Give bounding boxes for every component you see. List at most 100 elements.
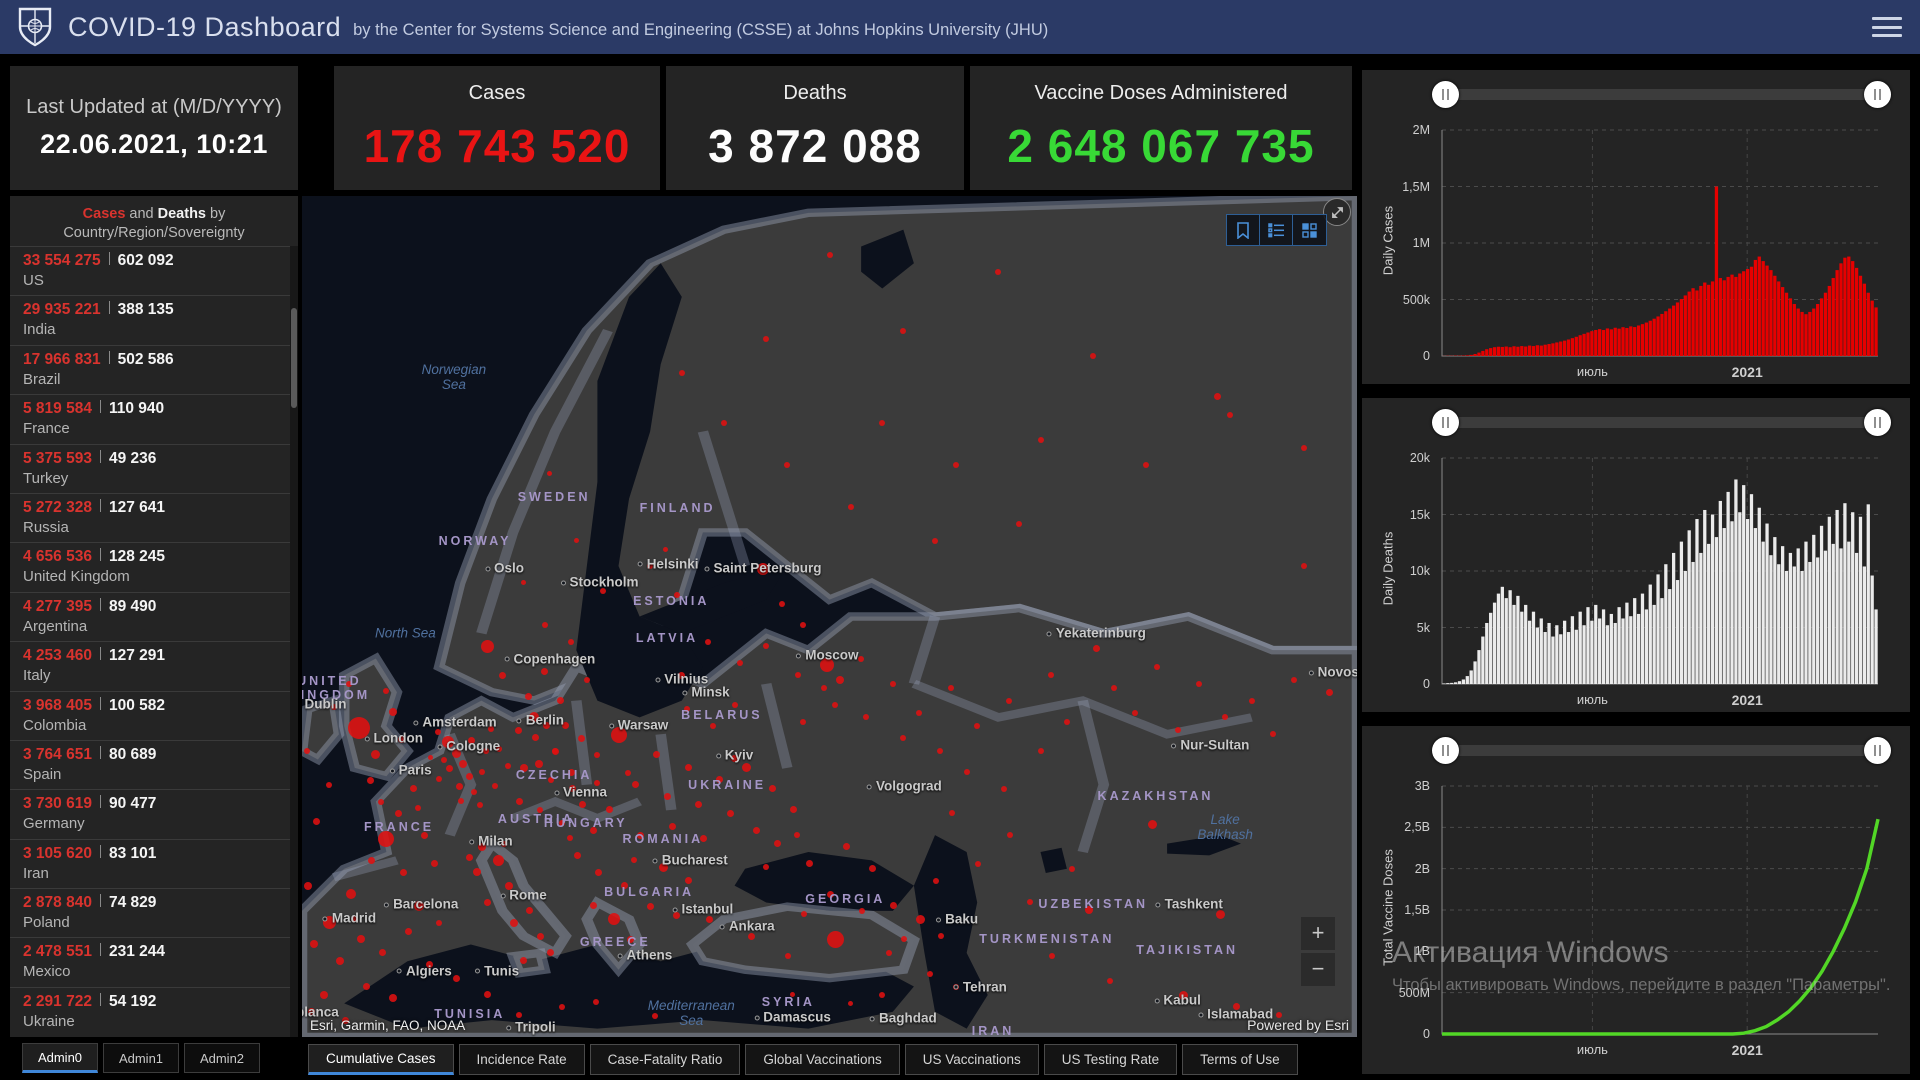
case-marker[interactable] xyxy=(705,638,712,645)
case-marker[interactable] xyxy=(583,676,590,683)
time-range-slider[interactable] xyxy=(1432,737,1891,764)
case-marker[interactable] xyxy=(624,769,631,776)
case-marker[interactable] xyxy=(566,834,573,841)
case-marker[interactable] xyxy=(514,726,522,734)
case-marker[interactable] xyxy=(953,983,960,990)
zoom-in-button[interactable]: + xyxy=(1301,917,1335,950)
case-marker[interactable] xyxy=(975,860,982,867)
case-marker[interactable] xyxy=(351,916,358,923)
map-viewport[interactable]: Norwegian Sea North Sea Mediterranean Sea L… xyxy=(302,196,1357,1037)
scrollbar-thumb[interactable] xyxy=(291,308,297,408)
country-row[interactable]: 4 656 536 128 245 United Kingdom xyxy=(10,542,290,591)
case-marker[interactable] xyxy=(1037,748,1044,755)
case-marker[interactable] xyxy=(963,769,970,776)
slider-handle-left[interactable] xyxy=(1432,409,1459,436)
case-marker[interactable] xyxy=(322,916,336,930)
case-marker[interactable] xyxy=(399,868,407,876)
case-marker[interactable] xyxy=(435,728,442,735)
case-marker[interactable] xyxy=(747,932,755,940)
case-marker[interactable] xyxy=(515,798,523,806)
tab-global-vaccinations[interactable]: Global Vaccinations xyxy=(745,1044,900,1075)
case-marker[interactable] xyxy=(556,697,564,705)
case-marker[interactable] xyxy=(1063,718,1070,725)
apps-grid-icon[interactable] xyxy=(1293,215,1326,245)
case-marker[interactable] xyxy=(1248,697,1255,704)
tab-terms-of-use[interactable]: Terms of Use xyxy=(1182,1044,1298,1075)
case-marker[interactable] xyxy=(455,782,463,790)
case-marker[interactable] xyxy=(726,809,734,817)
case-marker[interactable] xyxy=(1269,731,1276,738)
case-marker[interactable] xyxy=(741,762,751,772)
case-marker[interactable] xyxy=(599,588,606,595)
case-marker[interactable] xyxy=(368,856,376,864)
case-marker[interactable] xyxy=(705,915,713,923)
case-marker[interactable] xyxy=(731,701,738,708)
case-marker[interactable] xyxy=(1147,819,1157,829)
case-marker[interactable] xyxy=(378,830,395,847)
case-marker[interactable] xyxy=(504,763,511,770)
case-marker[interactable] xyxy=(496,745,503,752)
case-marker[interactable] xyxy=(646,903,654,911)
case-marker[interactable] xyxy=(1085,906,1094,914)
case-marker[interactable] xyxy=(504,881,513,890)
case-marker[interactable] xyxy=(405,927,413,935)
case-marker[interactable] xyxy=(926,970,933,977)
hamburger-menu-icon[interactable] xyxy=(1872,17,1902,37)
case-marker[interactable] xyxy=(827,890,835,898)
slider-handle-left[interactable] xyxy=(1432,81,1459,108)
case-marker[interactable] xyxy=(451,749,461,759)
case-marker[interactable] xyxy=(1174,727,1181,734)
country-row[interactable]: 3 968 405 100 582 Colombia xyxy=(10,690,290,740)
bookmarks-icon[interactable] xyxy=(1227,215,1260,245)
slider-handle-right[interactable] xyxy=(1864,409,1891,436)
case-marker[interactable] xyxy=(498,671,506,679)
case-marker[interactable] xyxy=(458,797,465,804)
case-marker[interactable] xyxy=(1037,436,1044,443)
case-marker[interactable] xyxy=(558,819,565,826)
case-marker[interactable] xyxy=(388,994,397,1003)
case-marker[interactable] xyxy=(779,600,786,607)
tab-us-testing-rate[interactable]: US Testing Rate xyxy=(1043,1044,1178,1075)
tab-case-fatality-ratio[interactable]: Case-Fatality Ratio xyxy=(589,1044,741,1075)
case-marker[interactable] xyxy=(520,956,528,964)
tab-admin2[interactable]: Admin2 xyxy=(184,1043,260,1073)
country-row[interactable]: 3 730 619 90 477 Germany xyxy=(10,789,290,838)
country-row[interactable]: 5 819 584 110 940 France xyxy=(10,394,290,443)
slider-handle-right[interactable] xyxy=(1864,737,1891,764)
tab-admin1[interactable]: Admin1 xyxy=(103,1043,179,1073)
case-marker[interactable] xyxy=(800,718,807,725)
case-marker[interactable] xyxy=(673,911,681,919)
case-marker[interactable] xyxy=(345,889,356,900)
case-marker[interactable] xyxy=(678,369,685,376)
case-marker[interactable] xyxy=(441,735,454,748)
case-marker[interactable] xyxy=(589,826,597,834)
case-marker[interactable] xyxy=(933,877,940,884)
case-marker[interactable] xyxy=(663,792,671,800)
case-marker[interactable] xyxy=(367,776,375,784)
case-marker[interactable] xyxy=(995,268,1002,275)
case-marker[interactable] xyxy=(594,868,602,876)
case-marker[interactable] xyxy=(578,734,586,742)
case-marker[interactable] xyxy=(736,659,743,666)
case-marker[interactable] xyxy=(541,621,548,628)
case-marker[interactable] xyxy=(1153,663,1160,670)
case-marker[interactable] xyxy=(452,974,460,982)
country-row[interactable]: 3 764 651 80 689 Spain xyxy=(10,739,290,789)
case-marker[interactable] xyxy=(510,918,519,927)
case-marker[interactable] xyxy=(652,750,660,758)
case-marker[interactable] xyxy=(397,735,405,743)
case-marker[interactable] xyxy=(487,726,494,733)
case-marker[interactable] xyxy=(637,831,645,839)
case-marker[interactable] xyxy=(567,768,575,776)
case-marker[interactable] xyxy=(568,784,576,792)
case-marker[interactable] xyxy=(885,949,892,956)
case-marker[interactable] xyxy=(974,722,981,729)
case-marker[interactable] xyxy=(836,675,845,684)
case-marker[interactable] xyxy=(414,900,425,911)
case-marker[interactable] xyxy=(800,621,807,628)
case-marker[interactable] xyxy=(383,687,390,694)
case-marker[interactable] xyxy=(304,881,313,890)
tab-incidence-rate[interactable]: Incidence Rate xyxy=(458,1044,585,1075)
case-marker[interactable] xyxy=(410,784,418,792)
case-marker[interactable] xyxy=(573,851,581,859)
